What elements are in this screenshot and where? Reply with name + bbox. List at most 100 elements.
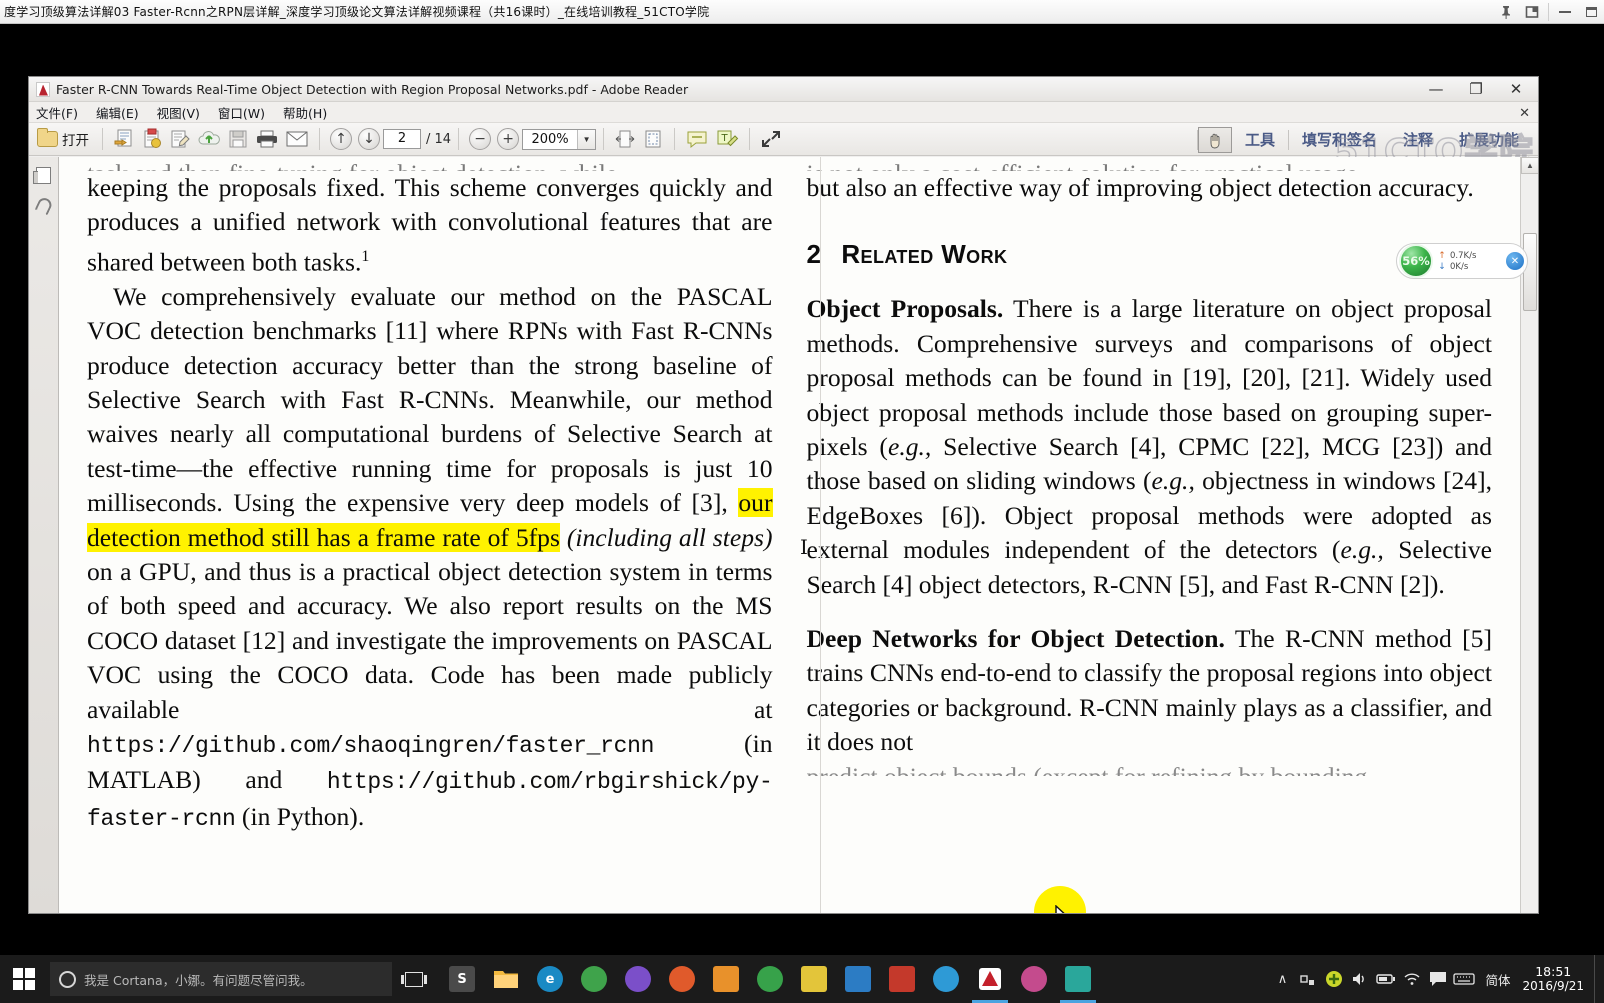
menubar-close-icon[interactable]: ✕ — [1519, 105, 1530, 121]
pin-icon[interactable] — [1493, 1, 1519, 23]
task-view-button[interactable] — [392, 955, 436, 1003]
show-desktop-button[interactable] — [1594, 955, 1602, 1003]
taskbar-adobe-reader-icon[interactable] — [968, 955, 1012, 1003]
taskbar-purple-app-icon[interactable] — [616, 955, 660, 1003]
adobe-glyph — [979, 968, 1001, 990]
comment-tab[interactable]: 注释 — [1390, 129, 1446, 150]
adobe-titlebar: Faster R-CNN Towards Real-Time Object De… — [29, 77, 1538, 102]
paperclip-icon — [33, 195, 54, 217]
cloud-upload-button[interactable] — [194, 126, 224, 152]
system-tray: ∧ 简体 18:51 2016/9/21 — [1269, 955, 1604, 1003]
page-total-label: / 14 — [426, 131, 452, 147]
restore-icon: ❐ — [1469, 80, 1483, 98]
download-arrow-icon: ↓ — [1438, 261, 1446, 272]
adobe-menubar: 文件(F) 编辑(E) 视图(V) 窗口(W) 帮助(H) ✕ — [29, 102, 1538, 123]
adobe-close-button[interactable]: ✕ — [1496, 78, 1536, 102]
tray-clock[interactable]: 18:51 2016/9/21 — [1518, 964, 1594, 995]
taskbar-store-icon[interactable]: S — [440, 955, 484, 1003]
menu-edit[interactable]: 编辑(E) — [96, 103, 139, 122]
tray-wifi-icon[interactable] — [1399, 955, 1425, 1003]
pdf-page[interactable]: task and then fine-tuning for object det… — [59, 157, 1520, 913]
network-speed-widget[interactable]: 56% ↑ 0.7K/s ↓ 0K/s ✕ — [1396, 243, 1528, 279]
taskbar-chrome-icon[interactable] — [572, 955, 616, 1003]
taskbar-app-icons: S e — [440, 955, 1100, 1003]
taskbar-pink-app-icon[interactable] — [1012, 955, 1056, 1003]
adobe-reader-window: Faster R-CNN Towards Real-Time Object De… — [28, 76, 1539, 914]
edit-pdf-button[interactable] — [166, 126, 194, 152]
blue-glyph — [933, 966, 959, 992]
taskbar-windows-app-icon[interactable] — [836, 955, 880, 1003]
browser-title: 度学习顶级算法详解03 Faster-Rcnn之RPN层详解_深度学习顶级论文算… — [4, 5, 710, 19]
repo-url-matlab[interactable]: https://github.com/shaoqingren/faster_rc… — [87, 733, 654, 759]
tray-chevron-up-icon[interactable]: ∧ — [1269, 955, 1295, 1003]
clipped-line-bottom-right: predict object bounds (except for refini… — [807, 760, 1493, 776]
print-button[interactable] — [252, 126, 282, 152]
zoom-in-button[interactable]: + — [494, 126, 522, 152]
cortana-search-box[interactable]: 我是 Cortana，小娜。有问题尽管问我。 — [50, 962, 392, 996]
upload-speed-row: ↑ 0.7K/s — [1437, 251, 1506, 261]
tools-tab[interactable]: 工具 — [1232, 129, 1288, 150]
tray-keyboard-icon[interactable] — [1451, 955, 1477, 1003]
tray-network-icon[interactable] — [1295, 955, 1321, 1003]
paragraph-2-italic: (including all steps) — [566, 522, 773, 552]
taskbar-green-app-icon[interactable] — [748, 955, 792, 1003]
save-button[interactable] — [224, 126, 252, 152]
browser-minimize-button[interactable] — [1552, 1, 1578, 23]
taskbar-file-explorer-icon[interactable] — [484, 955, 528, 1003]
tray-shield-icon[interactable] — [1321, 955, 1347, 1003]
windows-taskbar: 我是 Cortana，小娜。有问题尽管问我。 S e ∧ 简体 18:51 20… — [0, 955, 1604, 1003]
zoom-level-combobox[interactable]: 200% ▼ — [522, 128, 597, 150]
menu-view[interactable]: 视图(V) — [157, 103, 200, 122]
highlight-text-button[interactable]: T — [712, 126, 742, 152]
fullscreen-button[interactable] — [757, 126, 785, 152]
adobe-minimize-button[interactable]: — — [1416, 78, 1456, 102]
tray-ime-indicator[interactable]: 简体 — [1477, 970, 1518, 989]
taskbar-blue-app-icon[interactable] — [924, 955, 968, 1003]
thumbnails-icon — [33, 166, 51, 184]
open-button[interactable]: 打开 — [33, 126, 95, 152]
taskbar-edge-icon[interactable]: e — [528, 955, 572, 1003]
chevron-down-icon[interactable]: ▼ — [577, 129, 596, 149]
comment-button[interactable] — [682, 126, 712, 152]
fill-and-sign-tab[interactable]: 填写和签名 — [1289, 129, 1390, 150]
hand-tool-button[interactable] — [1197, 126, 1232, 153]
email-button[interactable] — [282, 126, 312, 152]
plus-icon: + — [497, 128, 520, 150]
taskbar-yellow-app-icon[interactable] — [792, 955, 836, 1003]
popout-icon[interactable] — [1519, 1, 1545, 23]
previous-page-button[interactable]: ↑ — [327, 126, 355, 152]
pdf-page-canvas[interactable]: task and then fine-tuning for object det… — [59, 157, 1538, 913]
menu-window[interactable]: 窗口(W) — [218, 103, 265, 122]
scrollbar-thumb[interactable] — [1523, 233, 1537, 311]
eg-italic-3: e.g., — [1340, 535, 1384, 565]
page-number-input[interactable]: 2 — [383, 129, 421, 149]
taskbar-red-app-icon[interactable] — [880, 955, 924, 1003]
tray-action-center-icon[interactable] — [1425, 955, 1451, 1003]
taskbar-flower-app-icon[interactable] — [660, 955, 704, 1003]
footnote-marker: 1 — [361, 247, 370, 265]
attachments-button[interactable] — [33, 195, 54, 217]
scroll-up-button[interactable]: ▲ — [1521, 157, 1538, 174]
tray-battery-icon[interactable] — [1373, 955, 1399, 1003]
extend-tab[interactable]: 扩展功能 — [1446, 129, 1532, 150]
fit-width-button[interactable] — [611, 126, 639, 152]
purple-glyph — [625, 966, 651, 992]
page-thumbnails-button[interactable] — [33, 165, 54, 185]
create-pdf-button[interactable] — [110, 126, 138, 152]
fit-page-button[interactable] — [639, 126, 667, 152]
start-button[interactable] — [0, 955, 48, 1003]
taskbar-orange-app-icon[interactable] — [704, 955, 748, 1003]
export-pdf-button[interactable] — [138, 126, 166, 152]
minus-icon: − — [469, 128, 492, 150]
task-view-icon — [401, 971, 427, 987]
browser-restore-button[interactable] — [1578, 1, 1604, 23]
adobe-restore-button[interactable]: ❐ — [1456, 78, 1496, 102]
tray-volume-icon[interactable] — [1347, 955, 1373, 1003]
menu-file[interactable]: 文件(F) — [36, 103, 78, 122]
taskbar-teal-app-icon[interactable] — [1056, 955, 1100, 1003]
next-page-button[interactable]: ↓ — [355, 126, 383, 152]
speed-widget-close-icon[interactable]: ✕ — [1506, 252, 1524, 270]
menu-help[interactable]: 帮助(H) — [283, 103, 327, 122]
zoom-out-button[interactable]: − — [466, 126, 494, 152]
close-icon: ✕ — [1509, 80, 1523, 98]
